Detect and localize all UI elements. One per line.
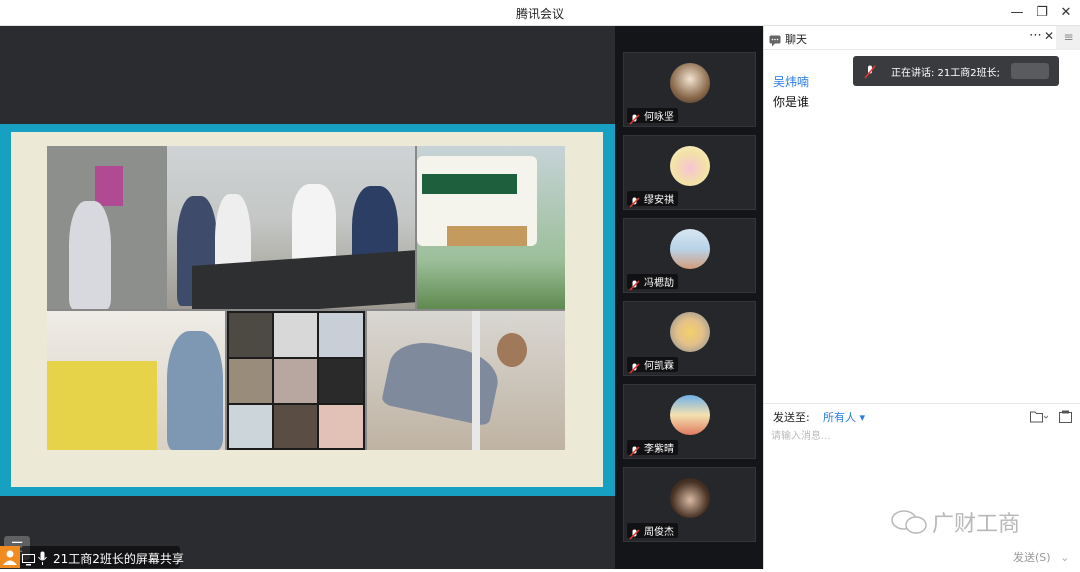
participant-name: 李紫晴 bbox=[644, 444, 674, 455]
send-button[interactable]: 发送(S) ⌄ bbox=[1013, 549, 1069, 565]
microphone-muted-icon bbox=[629, 442, 640, 457]
folder-icon[interactable] bbox=[1030, 408, 1049, 427]
collage-photo-1 bbox=[47, 146, 415, 309]
participant-card[interactable]: 李紫晴 bbox=[623, 384, 756, 459]
participant-card[interactable]: 何凯霖 bbox=[623, 301, 756, 376]
message-sender: 吴炜喃 bbox=[773, 75, 810, 89]
participant-card[interactable]: 冯楒劼 bbox=[623, 218, 756, 293]
recipient-select[interactable]: 所有人 ▾ bbox=[823, 409, 865, 425]
wechat-icon bbox=[890, 509, 928, 541]
participant-name: 何咏坚 bbox=[644, 112, 674, 123]
participant-list: 何咏坚 缪安祺 冯楒劼 何凯霖 李紫晴 周俊杰 bbox=[615, 26, 763, 569]
participant-card[interactable]: 缪安祺 bbox=[623, 135, 756, 210]
send-to-label: 发送至: bbox=[773, 411, 810, 424]
close-chat-icon[interactable]: ✕ bbox=[1044, 29, 1054, 43]
microphone-muted-icon bbox=[629, 525, 640, 540]
participant-name: 缪安祺 bbox=[644, 195, 674, 206]
chevron-down-icon[interactable]: ⌄ bbox=[1060, 551, 1069, 564]
avatar bbox=[670, 312, 710, 352]
screen-share-label: 21工商2班长的屏幕共享 bbox=[53, 552, 184, 566]
send-target-row: 发送至: 所有人 ▾ bbox=[764, 403, 1080, 427]
screen-share-status-bar: 21工商2班长的屏幕共享 bbox=[0, 546, 184, 570]
collage-photo-3 bbox=[47, 311, 225, 450]
side-menu-button[interactable]: ≡ bbox=[1056, 26, 1080, 50]
speaking-banner: 正在讲话: 21工商2班长; bbox=[853, 56, 1059, 86]
microphone-muted-icon bbox=[629, 193, 640, 208]
window-title: 腾讯会议 bbox=[515, 7, 564, 21]
minimize-button[interactable]: — bbox=[1008, 4, 1026, 22]
microphone-muted-icon bbox=[629, 359, 640, 374]
chat-title: 聊天 bbox=[785, 33, 807, 46]
title-bar: 腾讯会议 — ❐ ✕ bbox=[0, 0, 1080, 26]
message-input[interactable] bbox=[771, 427, 1071, 445]
microphone-muted-icon bbox=[629, 276, 640, 291]
watermark: 广财工商 bbox=[890, 506, 1020, 541]
restore-button[interactable]: ❐ bbox=[1033, 4, 1051, 22]
participant-name: 周俊杰 bbox=[644, 527, 674, 538]
avatar bbox=[670, 478, 710, 518]
participant-name: 冯楒劼 bbox=[644, 278, 674, 289]
participant-card[interactable]: 周俊杰 bbox=[623, 467, 756, 542]
screen-share-icon bbox=[22, 551, 35, 570]
blurred-avatars bbox=[1011, 63, 1049, 79]
chat-header: 聊天 ⋯ ✕ bbox=[764, 26, 1056, 50]
close-button[interactable]: ✕ bbox=[1057, 4, 1075, 22]
microphone-muted-icon bbox=[629, 110, 640, 125]
microphone-icon bbox=[38, 550, 47, 569]
shared-screen-stage: ☰ 21工商2班长的屏幕共享 bbox=[0, 26, 615, 569]
shared-screen-frame: ☰ bbox=[0, 124, 615, 560]
avatar bbox=[670, 146, 710, 186]
collage-photo-2 bbox=[417, 146, 565, 309]
chat-icon bbox=[769, 32, 781, 51]
participant-name: 何凯霖 bbox=[644, 361, 674, 372]
more-options-icon[interactable]: ⋯ bbox=[1029, 28, 1042, 43]
avatar bbox=[670, 395, 710, 435]
chat-panel: 聊天 ⋯ ✕ ≡ 吴炜喃 你是谁 正在讲话: 21工商2班长; 发送至: 所有人… bbox=[763, 26, 1080, 569]
user-icon bbox=[0, 546, 20, 568]
microphone-muted-icon bbox=[864, 64, 876, 83]
collage-photo-4 bbox=[227, 311, 365, 450]
avatar bbox=[670, 229, 710, 269]
shared-slide bbox=[11, 132, 603, 487]
speaking-text: 正在讲话: 21工商2班长; bbox=[891, 68, 1001, 79]
avatar bbox=[670, 63, 710, 103]
participant-card[interactable]: 何咏坚 bbox=[623, 52, 756, 127]
message-text: 你是谁 bbox=[773, 95, 810, 109]
screenshot-icon[interactable] bbox=[1059, 408, 1072, 427]
photo-collage bbox=[47, 146, 565, 450]
collage-photo-5 bbox=[367, 311, 565, 450]
